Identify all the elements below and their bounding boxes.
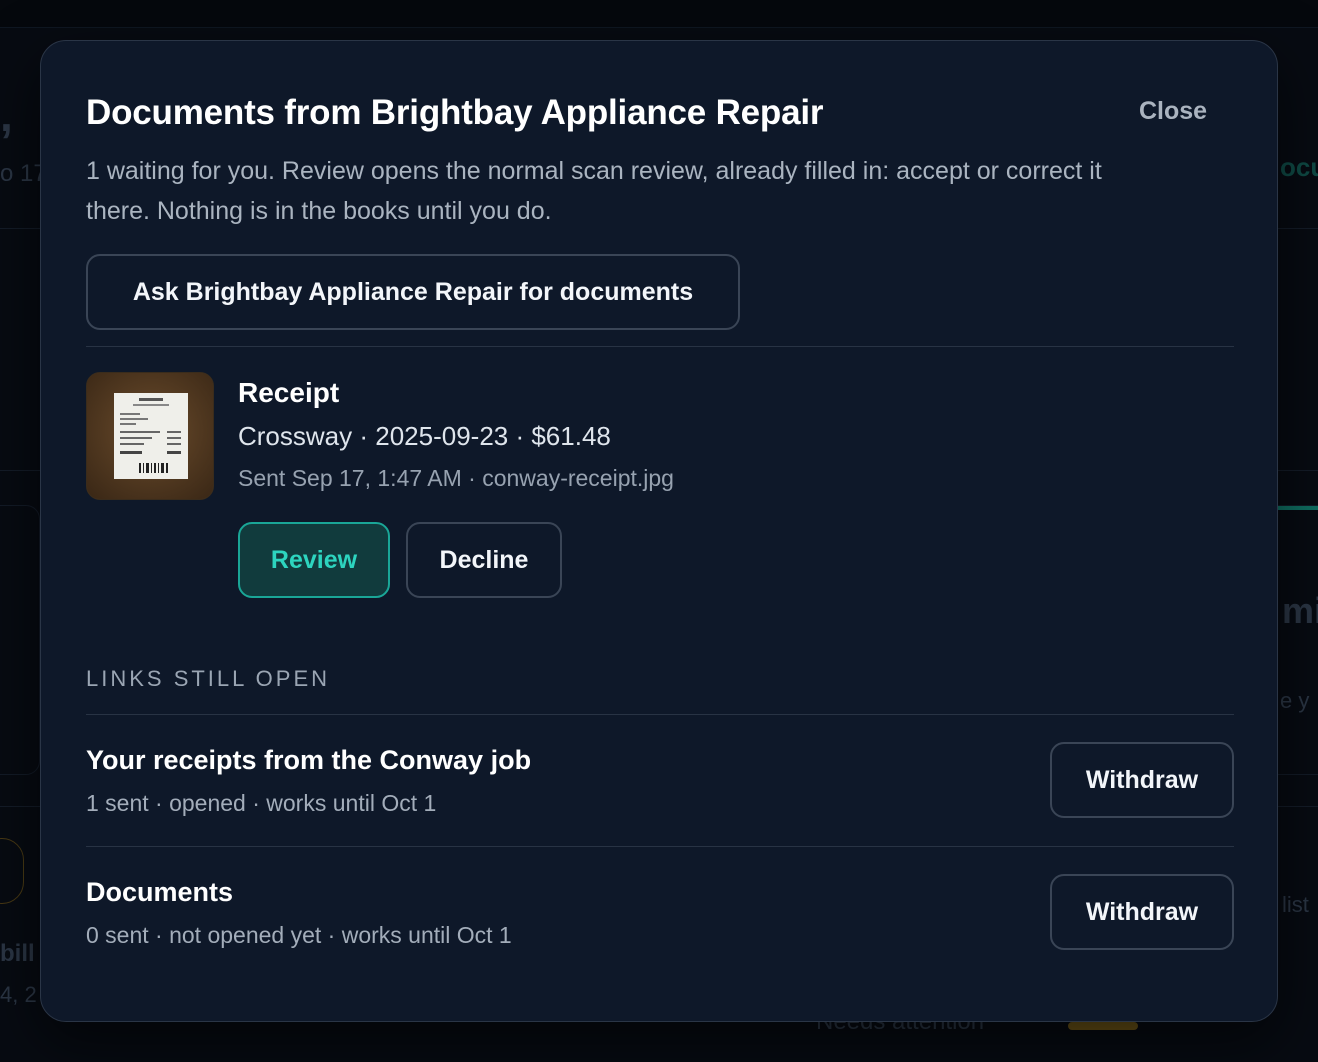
background-topbar bbox=[0, 0, 1318, 28]
divider bbox=[86, 346, 1234, 347]
decline-button[interactable]: Decline bbox=[406, 522, 562, 598]
background-fragment: list bbox=[1282, 892, 1309, 917]
background-fragment: 4, 2 bbox=[0, 982, 37, 1007]
withdraw-button[interactable]: Withdraw bbox=[1050, 874, 1234, 950]
close-button[interactable]: Close bbox=[1139, 97, 1207, 126]
link-title: Your receipts from the Conway job bbox=[86, 745, 532, 775]
documents-modal: Documents from Brightbay Appliance Repai… bbox=[40, 40, 1278, 1022]
background-fragment: , bbox=[0, 89, 13, 141]
receipt-photo-icon[interactable] bbox=[86, 372, 214, 500]
divider bbox=[86, 846, 1234, 847]
link-title: Documents bbox=[86, 877, 234, 907]
document-type: Receipt bbox=[238, 377, 340, 408]
document-sent-info: Sent Sep 17, 1:47 AM · conway-receipt.jp… bbox=[238, 465, 674, 491]
link-meta: 0 sent · not opened yet · works until Oc… bbox=[86, 922, 512, 948]
background-fragment: bill bbox=[0, 940, 35, 967]
links-section-label: LINKS STILL OPEN bbox=[86, 666, 331, 691]
intro-text: 1 waiting for you. Review opens the norm… bbox=[86, 157, 1102, 225]
link-meta: 1 sent · opened · works until Oct 1 bbox=[86, 790, 437, 816]
document-details: Crossway · 2025-09-23 · $61.48 bbox=[238, 421, 611, 451]
background-fragment: ocu bbox=[1280, 152, 1318, 182]
modal-title: Documents from Brightbay Appliance Repai… bbox=[86, 93, 824, 132]
divider bbox=[86, 714, 1234, 715]
review-button[interactable]: Review bbox=[238, 522, 390, 598]
ask-for-documents-button[interactable]: Ask Brightbay Appliance Repair for docum… bbox=[86, 254, 740, 330]
withdraw-button[interactable]: Withdraw bbox=[1050, 742, 1234, 818]
